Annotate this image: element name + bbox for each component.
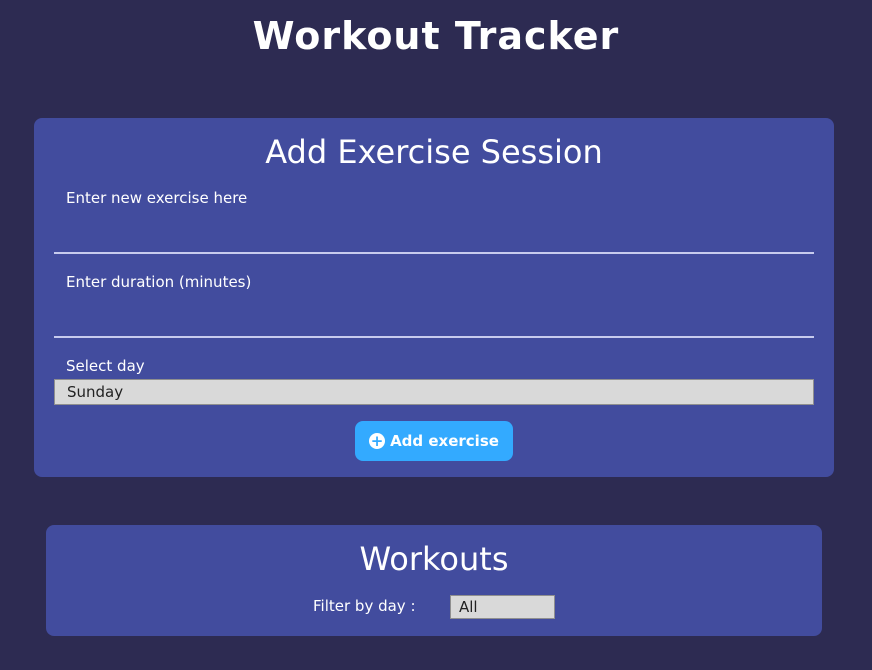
- app-title: Workout Tracker: [252, 14, 620, 58]
- plus-circle-icon: +: [369, 431, 386, 450]
- add-exercise-button-label: Add exercise: [390, 432, 499, 450]
- add-exercise-title: Add Exercise Session: [265, 133, 603, 171]
- filter-row: Filter by day : All: [46, 595, 822, 619]
- add-exercise-panel: Add Exercise Session Enter new exercise …: [34, 118, 834, 477]
- day-select[interactable]: Sunday: [54, 379, 814, 405]
- exercise-input[interactable]: [54, 226, 814, 254]
- filter-day-value: All: [459, 598, 478, 616]
- workouts-panel: Workouts Filter by day : All: [46, 525, 822, 636]
- day-select-value: Sunday: [67, 383, 124, 401]
- duration-label: Enter duration (minutes): [66, 273, 252, 291]
- workouts-title: Workouts: [359, 540, 509, 578]
- duration-input[interactable]: [54, 310, 814, 338]
- add-exercise-button[interactable]: + Add exercise: [355, 421, 513, 461]
- exercise-label: Enter new exercise here: [66, 189, 248, 207]
- filter-day-select[interactable]: All: [450, 595, 555, 619]
- filter-label: Filter by day :: [313, 597, 416, 615]
- day-label: Select day: [66, 357, 145, 375]
